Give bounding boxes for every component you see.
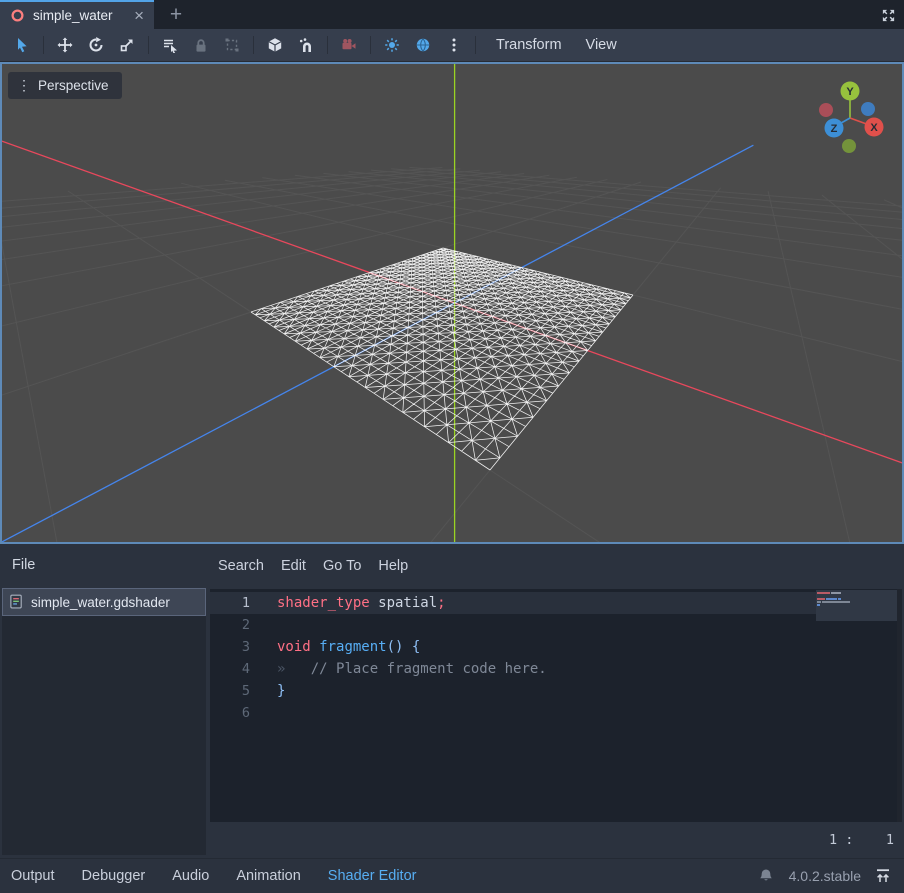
bottom-tab-debugger[interactable]: Debugger xyxy=(82,868,146,884)
toolbar-separator xyxy=(370,36,371,54)
menu-transform[interactable]: Transform xyxy=(484,32,574,58)
code-line[interactable]: 6 xyxy=(210,702,902,724)
snap-icon xyxy=(298,37,314,53)
toolbar-separator xyxy=(148,36,149,54)
fullscreen-button[interactable] xyxy=(877,4,899,26)
editor-scrollbar[interactable] xyxy=(897,589,902,822)
shader-editor-panel: File simple_water.gdshader Search Edit Go … xyxy=(0,544,904,858)
bottom-tab-shader-editor[interactable]: Shader Editor xyxy=(328,868,417,884)
move-tool-button[interactable] xyxy=(52,32,78,58)
scene-tab-bar: simple_water × + xyxy=(0,0,904,29)
kebab-icon: ⋮ xyxy=(17,77,31,94)
svg-text:X: X xyxy=(870,122,878,134)
code-text: } xyxy=(250,683,285,699)
scale-tool-button[interactable] xyxy=(114,32,140,58)
new-tab-button[interactable]: + xyxy=(162,0,190,29)
environment-icon xyxy=(415,37,431,53)
bottom-dock-bar: Output Debugger Audio Animation Shader Edito… xyxy=(0,858,904,893)
version-label: 4.0.2.stable xyxy=(789,868,861,884)
select-tool-button[interactable] xyxy=(9,32,35,58)
perspective-menu-button[interactable]: ⋮ Perspective xyxy=(8,72,122,99)
select-tool-icon xyxy=(14,37,30,53)
bottom-tab-animation[interactable]: Animation xyxy=(236,868,300,884)
code-line[interactable]: 1shader_type spatial; xyxy=(210,592,902,614)
list-select-button[interactable] xyxy=(157,32,183,58)
scene-render[interactable] xyxy=(2,64,902,542)
toolbar-separator xyxy=(253,36,254,54)
expand-bottom-panel-button[interactable] xyxy=(875,868,893,885)
line-number: 5 xyxy=(210,683,250,699)
code-text: void fragment() { xyxy=(250,639,420,655)
code-line[interactable]: 3void fragment() { xyxy=(210,636,902,658)
perspective-label: Perspective xyxy=(38,78,109,93)
minimap[interactable] xyxy=(816,590,897,621)
code-line[interactable]: 4» // Place fragment code here. xyxy=(210,658,902,680)
line-number: 1 xyxy=(210,595,250,611)
node3d-ring-icon xyxy=(10,8,25,23)
toolbar-separator xyxy=(475,36,476,54)
camera-preview-icon xyxy=(341,37,357,53)
mesh-icon xyxy=(267,37,283,53)
file-menu-button[interactable]: File xyxy=(0,544,47,586)
tab-close-icon[interactable]: × xyxy=(134,9,144,23)
line-number: 3 xyxy=(210,639,250,655)
snap-button[interactable] xyxy=(293,32,319,58)
menu-search[interactable]: Search xyxy=(218,558,264,574)
file-item[interactable]: simple_water.gdshader xyxy=(2,588,206,616)
cursor-position: 1 : 1 xyxy=(829,822,894,858)
bell-icon xyxy=(758,868,774,884)
lock-button[interactable] xyxy=(188,32,214,58)
svg-text:Y: Y xyxy=(846,86,854,98)
axis-gizmo[interactable]: Y X Z xyxy=(809,70,895,156)
scale-tool-icon xyxy=(119,37,135,53)
svg-text:Z: Z xyxy=(831,123,838,135)
viewport-3d[interactable]: ⋮ Perspective Y X Z xyxy=(0,62,904,544)
toolbar-3d: TransformView xyxy=(0,29,904,62)
line-number: 6 xyxy=(210,705,250,721)
expand-bottom-icon xyxy=(875,868,891,884)
scene-tab[interactable]: simple_water × xyxy=(0,0,154,29)
camera-preview-button[interactable] xyxy=(336,32,362,58)
sun-icon xyxy=(384,37,400,53)
scene-tab-title: simple_water xyxy=(33,8,113,23)
bottom-tab-audio[interactable]: Audio xyxy=(172,868,209,884)
group-button[interactable] xyxy=(219,32,245,58)
kebab-icon xyxy=(446,37,462,53)
line-number: 4 xyxy=(210,661,250,677)
bottom-tab-output[interactable]: Output xyxy=(11,868,55,884)
code-text: shader_type spatial; xyxy=(250,595,446,611)
fullscreen-icon xyxy=(881,8,896,23)
menu-edit[interactable]: Edit xyxy=(281,558,306,574)
mesh-button[interactable] xyxy=(262,32,288,58)
menu-go-to[interactable]: Go To xyxy=(323,558,361,574)
group-icon xyxy=(224,37,240,53)
notification-bell-icon[interactable] xyxy=(758,868,775,885)
shader-file-icon xyxy=(9,594,24,609)
toolbar-separator xyxy=(327,36,328,54)
move-tool-icon xyxy=(57,37,73,53)
shader-file-list[interactable]: simple_water.gdshader xyxy=(2,588,206,855)
code-line[interactable]: 5} xyxy=(210,680,902,702)
list-select-icon xyxy=(162,37,178,53)
toolbar-separator xyxy=(43,36,44,54)
lock-icon xyxy=(193,37,209,53)
sun-button[interactable] xyxy=(379,32,405,58)
code-editor[interactable]: 1shader_type spatial;23void fragment() {… xyxy=(210,589,902,822)
code-line[interactable]: 2 xyxy=(210,614,902,636)
menu-view[interactable]: View xyxy=(574,32,629,58)
rotate-tool-icon xyxy=(88,37,104,53)
file-item-label: simple_water.gdshader xyxy=(31,595,170,610)
kebab-button[interactable] xyxy=(441,32,467,58)
editor-menu-bar: Search Edit Go To Help xyxy=(210,544,408,588)
code-text: » // Place fragment code here. xyxy=(250,661,547,677)
menu-help[interactable]: Help xyxy=(378,558,408,574)
line-number: 2 xyxy=(210,617,250,633)
environment-button[interactable] xyxy=(410,32,436,58)
rotate-tool-button[interactable] xyxy=(83,32,109,58)
